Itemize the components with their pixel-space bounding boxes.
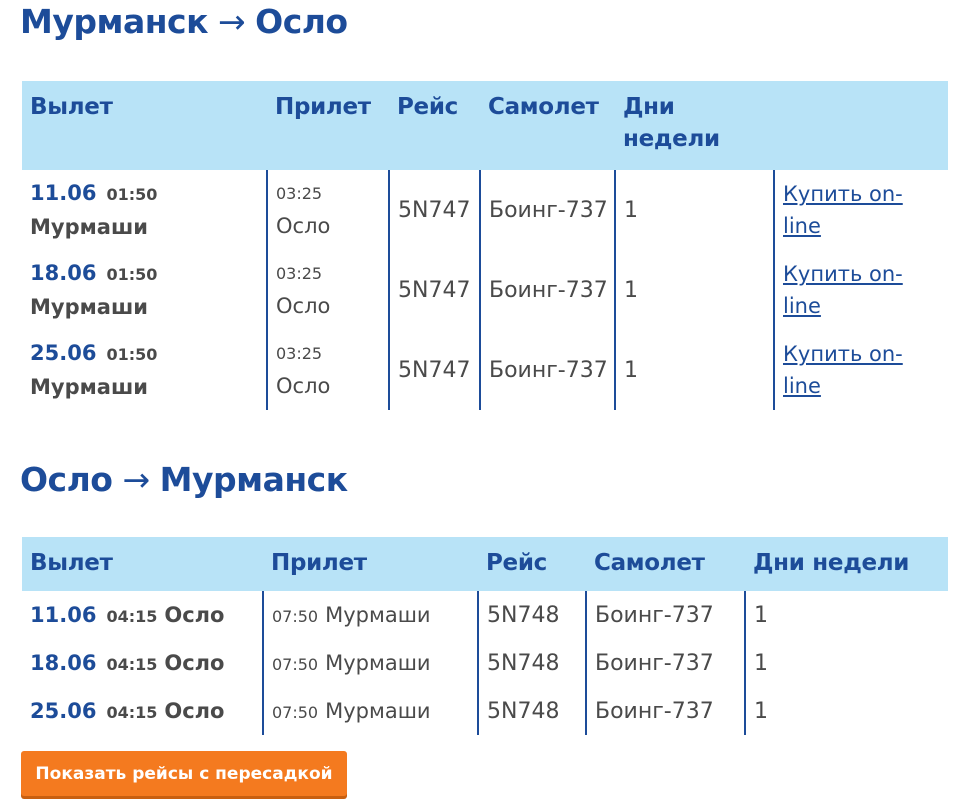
table-header-row: Вылет Прилет Рейс Самолет Дни недели [22,537,948,591]
departure-airport: Мурмаши [30,295,148,319]
route-arrow-icon: → [122,460,150,499]
header-arrival: Прилет [263,537,478,591]
arrival-time: 07:50 [272,702,319,722]
aircraft-type: Боинг-737 [479,330,615,410]
arrival-cell: 03:25 Осло [266,170,389,250]
route-title-outbound: Мурманск → Осло [20,2,348,41]
route-arrow-icon: → [217,2,246,41]
buy-online-link[interactable]: Купить on-line [783,338,923,402]
weekdays: 1 [614,250,774,330]
departure-date: 11.06 [30,602,97,627]
arrival-airport: Осло [276,294,331,318]
header-aircraft: Самолет [586,537,745,591]
header-flight: Рейс [478,537,586,591]
table-header-row: Вылет Прилет Рейс Самолет Дни недели [22,81,948,170]
arrival-airport: Осло [276,214,331,238]
header-arrival: Прилет [267,81,389,170]
arrival-cell: 07:50 Мурмаши [262,591,478,639]
show-transfer-flights-button[interactable]: Показать рейсы с пересадкой [21,751,347,796]
departure-cell: 11.06 01:50 Мурмаши [22,170,267,250]
departure-time: 04:15 [106,654,158,674]
flight-number: 5N747 [388,330,480,410]
arrival-airport: Осло [276,374,331,398]
aircraft-type: Боинг-737 [585,639,745,687]
table-row: 25.06 01:50 Мурмаши 03:25 Осло 5N747 Боин… [22,330,948,410]
departure-airport: Осло [164,698,225,723]
header-days: Дни недели [615,81,774,170]
departure-airport: Осло [164,650,225,675]
flight-number: 5N747 [388,250,480,330]
departure-airport: Мурмаши [30,375,148,399]
table-row: 11.06 04:15 Осло 07:50 Мурмаши 5N748 Боин… [22,591,948,639]
flight-number: 5N748 [477,687,586,735]
flight-number: 5N747 [388,170,480,250]
arrival-time: 03:25 [276,344,323,363]
buy-online-link[interactable]: Купить on-line [783,178,923,242]
schedule-table-return: Вылет Прилет Рейс Самолет Дни недели 11.… [22,537,948,735]
buy-cell: Купить on-line [773,250,948,330]
buy-cell: Купить on-line [773,330,948,410]
route-origin: Осло [20,460,113,499]
aircraft-type: Боинг-737 [479,170,615,250]
table-row: 18.06 01:50 Мурмаши 03:25 Осло 5N747 Боин… [22,250,948,330]
departure-airport: Осло [164,602,225,627]
departure-cell: 18.06 01:50 Мурмаши [22,250,267,330]
route-destination: Осло [255,2,348,41]
departure-date: 11.06 [30,181,97,205]
weekdays: 1 [614,170,774,250]
departure-time: 04:15 [106,702,158,722]
aircraft-type: Боинг-737 [585,687,745,735]
table-row: 11.06 01:50 Мурмаши 03:25 Осло 5N747 Боин… [22,170,948,250]
arrival-cell: 07:50 Мурмаши [262,687,478,735]
header-flight: Рейс [389,81,480,170]
arrival-time: 07:50 [272,654,319,674]
arrival-airport: Мурмаши [325,698,431,723]
weekdays: 1 [744,591,948,639]
arrival-cell: 03:25 Осло [266,330,389,410]
arrival-airport: Мурмаши [325,602,431,627]
route-destination: Мурманск [159,460,348,499]
header-days: Дни недели [745,537,948,591]
buy-cell: Купить on-line [773,170,948,250]
departure-date: 25.06 [30,341,97,365]
departure-time: 01:50 [106,345,158,364]
table-row: 25.06 04:15 Осло 07:50 Мурмаши 5N748 Боин… [22,687,948,735]
weekdays: 1 [614,330,774,410]
flight-number: 5N748 [477,639,586,687]
weekdays: 1 [744,687,948,735]
departure-cell: 18.06 04:15 Осло [22,639,263,687]
header-departure: Вылет [22,81,267,170]
arrival-time: 03:25 [276,264,323,283]
route-title-return: Осло → Мурманск [20,460,348,499]
departure-cell: 25.06 04:15 Осло [22,687,263,735]
route-origin: Мурманск [20,2,208,41]
departure-cell: 11.06 04:15 Осло [22,591,263,639]
aircraft-type: Боинг-737 [585,591,745,639]
buy-online-link[interactable]: Купить on-line [783,258,923,322]
departure-airport: Мурмаши [30,215,148,239]
departure-date: 25.06 [30,698,97,723]
arrival-cell: 03:25 Осло [266,250,389,330]
arrival-time: 03:25 [276,184,323,203]
arrival-airport: Мурмаши [325,650,431,675]
departure-date: 18.06 [30,650,97,675]
departure-time: 01:50 [106,265,158,284]
schedule-table-outbound: Вылет Прилет Рейс Самолет Дни недели 11.… [22,81,948,410]
departure-date: 18.06 [30,261,97,285]
departure-time: 01:50 [106,185,158,204]
aircraft-type: Боинг-737 [479,250,615,330]
header-aircraft: Самолет [480,81,615,170]
header-departure: Вылет [22,537,263,591]
arrival-time: 07:50 [272,606,319,626]
header-action [774,81,948,170]
table-row: 18.06 04:15 Осло 07:50 Мурмаши 5N748 Боин… [22,639,948,687]
flight-number: 5N748 [477,591,586,639]
weekdays: 1 [744,639,948,687]
arrival-cell: 07:50 Мурмаши [262,639,478,687]
departure-cell: 25.06 01:50 Мурмаши [22,330,267,410]
departure-time: 04:15 [106,606,158,626]
